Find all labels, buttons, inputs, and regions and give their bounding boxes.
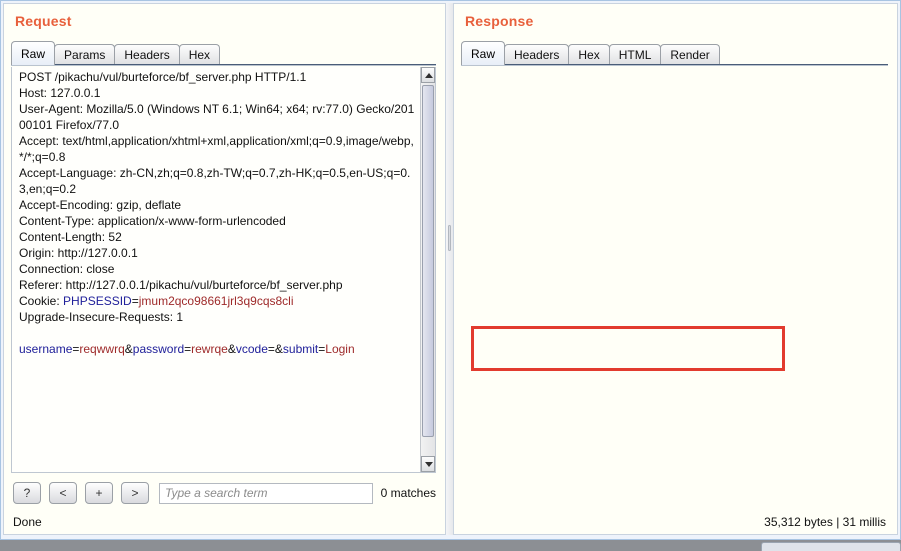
request-search-input[interactable]: Type a search term xyxy=(159,482,373,504)
background-tab-stub xyxy=(761,542,901,551)
request-title: Request xyxy=(15,13,72,29)
request-scroll-up-arrow[interactable] xyxy=(421,67,435,83)
request-tab-underline xyxy=(11,64,436,66)
response-tab-html[interactable]: HTML xyxy=(608,44,662,65)
response-tab-hex[interactable]: Hex xyxy=(568,44,610,65)
request-tab-strip[interactable]: Raw Params Headers Hex xyxy=(11,41,221,65)
request-search-prev-button[interactable]: < xyxy=(49,482,77,504)
request-line: username=reqwwrq&password=rewrqe&vcode=&… xyxy=(19,342,355,356)
pane-splitter[interactable] xyxy=(446,3,453,535)
request-line: User-Agent: Mozilla/5.0 (Windows NT 6.1;… xyxy=(19,102,415,132)
request-line xyxy=(19,325,418,341)
response-tab-raw[interactable]: Raw xyxy=(461,41,506,65)
request-line: Accept-Language: zh-CN,zh;q=0.8,zh-TW;q=… xyxy=(19,166,411,196)
request-line: Upgrade-Insecure-Requests: 1 xyxy=(19,310,184,324)
request-search-add-button[interactable]: + xyxy=(85,482,113,504)
request-line: Content-Type: application/x-www-form-url… xyxy=(19,214,286,228)
request-tab-params[interactable]: Params xyxy=(54,44,116,65)
request-line: Connection: close xyxy=(19,262,115,276)
request-editor[interactable]: POST /pikachu/vul/burteforce/bf_server.p… xyxy=(11,67,436,473)
request-match-count: 0 matches xyxy=(380,486,436,500)
splitter-grip[interactable] xyxy=(448,225,451,251)
request-raw-text[interactable]: POST /pikachu/vul/burteforce/bf_server.p… xyxy=(12,67,420,472)
request-line: Content-Length: 52 xyxy=(19,230,122,244)
request-tab-hex[interactable]: Hex xyxy=(178,44,221,65)
request-pane: Request Raw Params Headers Hex POST /pikach… xyxy=(3,3,446,535)
request-search-bar: ? < + > Type a search term 0 matches xyxy=(13,479,438,507)
request-search-next-button[interactable]: > xyxy=(121,482,149,504)
request-search-help-button[interactable]: ? xyxy=(13,482,41,504)
response-title: Response xyxy=(465,13,534,29)
request-line: Host: 127.0.0.1 xyxy=(19,86,101,100)
response-tab-underline xyxy=(461,64,888,66)
response-tab-strip[interactable]: Raw Headers Hex HTML Render xyxy=(461,41,720,65)
request-line: Origin: http://127.0.0.1 xyxy=(19,246,138,260)
request-line: Accept: text/html,application/xhtml+xml,… xyxy=(19,134,414,164)
burp-message-viewer-window: Request Raw Params Headers Hex POST /pikach… xyxy=(0,0,901,540)
request-status-text: Done xyxy=(13,515,42,529)
response-tab-headers[interactable]: Headers xyxy=(504,44,570,65)
request-vertical-scrollbar[interactable] xyxy=(420,67,435,472)
request-line: Referer: http://127.0.0.1/pikachu/vul/bu… xyxy=(19,278,343,292)
response-pane-inner xyxy=(453,3,898,535)
request-tab-headers[interactable]: Headers xyxy=(114,44,180,65)
request-scroll-thumb[interactable] xyxy=(422,85,434,437)
request-tab-raw[interactable]: Raw xyxy=(11,41,56,65)
request-line: Cookie: PHPSESSID=jmum2qco98661jrl3q9cqs… xyxy=(19,294,294,308)
response-status-text: 35,312 bytes | 31 millis xyxy=(764,515,886,529)
window-bottom-strip xyxy=(0,540,901,551)
response-tab-render[interactable]: Render xyxy=(660,44,720,65)
request-line: POST /pikachu/vul/burteforce/bf_server.p… xyxy=(19,70,307,84)
request-line: Accept-Encoding: gzip, deflate xyxy=(19,198,182,212)
response-pane: Response RawHeadersHexHTMLRender </br> <… xyxy=(453,3,898,535)
request-scroll-down-arrow[interactable] xyxy=(421,456,435,472)
